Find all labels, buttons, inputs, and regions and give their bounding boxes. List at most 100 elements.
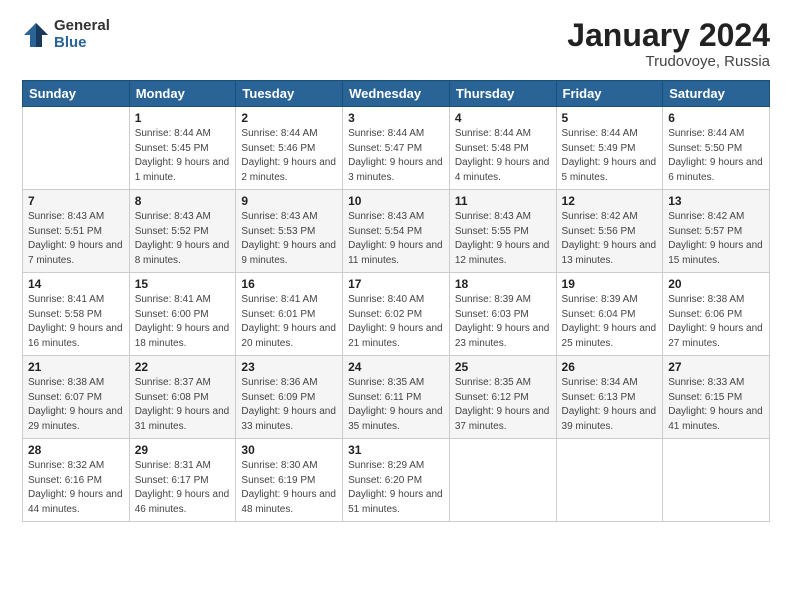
day-info: Sunrise: 8:33 AM Sunset: 6:15 PM Dayligh… [668,376,764,434]
location-title: Trudovoye, Russia [567,53,770,70]
calendar-cell: 15 Sunrise: 8:41 AM Sunset: 6:00 PM Dayli… [129,273,236,356]
calendar-cell: 28Sunrise: 8:32 AM Sunset: 6:16 PM Dayli… [23,439,130,522]
day-info: Sunrise: 8:35 AM Sunset: 6:12 PM Dayligh… [455,376,551,434]
calendar-cell [556,439,663,522]
day-number: 4 [455,111,551,125]
header: General Blue January 2024 Trudovoye, Rus… [22,18,770,70]
calendar-cell: 5Sunrise: 8:44 AM Sunset: 5:49 PM Daylig… [556,107,663,190]
calendar-cell: 18Sunrise: 8:39 AM Sunset: 6:03 PM Dayli… [449,273,556,356]
day-number: 17 [348,277,444,291]
day-number: 7 [28,194,124,208]
calendar-cell: 9 Sunrise: 8:43 AM Sunset: 5:53 PM Daylig… [236,190,343,273]
day-number: 16 [241,277,337,291]
page: General Blue January 2024 Trudovoye, Rus… [0,0,792,612]
calendar-week-1: 1Sunrise: 8:44 AM Sunset: 5:45 PM Daylig… [23,107,770,190]
day-number: 3 [348,111,444,125]
calendar-cell: 11Sunrise: 8:43 AM Sunset: 5:55 PM Dayli… [449,190,556,273]
day-info: Sunrise: 8:38 AM Sunset: 6:07 PM Dayligh… [28,376,124,434]
weekday-header-row: SundayMondayTuesdayWednesdayThursdayFrid… [23,81,770,107]
calendar-cell: 7 Sunrise: 8:43 AM Sunset: 5:51 PM Daylig… [23,190,130,273]
calendar-cell: 14Sunrise: 8:41 AM Sunset: 5:58 PM Dayli… [23,273,130,356]
logo-icon [22,21,50,49]
logo-general-label: General [54,18,110,35]
calendar-cell: 26Sunrise: 8:34 AM Sunset: 6:13 PM Dayli… [556,356,663,439]
day-info: Sunrise: 8:42 AM Sunset: 5:56 PM Dayligh… [562,210,658,268]
day-info: Sunrise: 8:44 AM Sunset: 5:45 PM Dayligh… [135,127,231,185]
day-info: Sunrise: 8:38 AM Sunset: 6:06 PM Dayligh… [668,293,764,351]
calendar-week-3: 14Sunrise: 8:41 AM Sunset: 5:58 PM Dayli… [23,273,770,356]
day-info: Sunrise: 8:37 AM Sunset: 6:08 PM Dayligh… [135,376,231,434]
day-number: 13 [668,194,764,208]
calendar-cell: 12Sunrise: 8:42 AM Sunset: 5:56 PM Dayli… [556,190,663,273]
weekday-header-monday: Monday [129,81,236,107]
day-info: Sunrise: 8:43 AM Sunset: 5:51 PM Dayligh… [28,210,124,268]
calendar-cell: 3 Sunrise: 8:44 AM Sunset: 5:47 PM Daylig… [343,107,450,190]
day-number: 15 [135,277,231,291]
title-block: January 2024 Trudovoye, Russia [567,18,770,70]
day-number: 8 [135,194,231,208]
day-info: Sunrise: 8:42 AM Sunset: 5:57 PM Dayligh… [668,210,764,268]
calendar-cell: 6Sunrise: 8:44 AM Sunset: 5:50 PM Daylig… [663,107,770,190]
weekday-header-tuesday: Tuesday [236,81,343,107]
day-info: Sunrise: 8:41 AM Sunset: 6:01 PM Dayligh… [241,293,337,351]
day-info: Sunrise: 8:39 AM Sunset: 6:04 PM Dayligh… [562,293,658,351]
calendar-table: SundayMondayTuesdayWednesdayThursdayFrid… [22,80,770,522]
day-info: Sunrise: 8:41 AM Sunset: 6:00 PM Dayligh… [135,293,231,351]
day-info: Sunrise: 8:43 AM Sunset: 5:53 PM Dayligh… [241,210,337,268]
calendar-cell: 2Sunrise: 8:44 AM Sunset: 5:46 PM Daylig… [236,107,343,190]
calendar-cell: 21Sunrise: 8:38 AM Sunset: 6:07 PM Dayli… [23,356,130,439]
day-number: 18 [455,277,551,291]
day-number: 25 [455,360,551,374]
calendar-cell: 4 Sunrise: 8:44 AM Sunset: 5:48 PM Daylig… [449,107,556,190]
calendar-cell: 24 Sunrise: 8:35 AM Sunset: 6:11 PM Dayli… [343,356,450,439]
month-title: January 2024 [567,18,770,53]
logo-text: General Blue [54,18,110,51]
calendar-cell: 31 Sunrise: 8:29 AM Sunset: 6:20 PM Dayli… [343,439,450,522]
day-info: Sunrise: 8:31 AM Sunset: 6:17 PM Dayligh… [135,459,231,517]
day-number: 9 [241,194,337,208]
calendar-body: 1Sunrise: 8:44 AM Sunset: 5:45 PM Daylig… [23,107,770,522]
weekday-header-sunday: Sunday [23,81,130,107]
day-info: Sunrise: 8:35 AM Sunset: 6:11 PM Dayligh… [348,376,444,434]
day-number: 5 [562,111,658,125]
calendar-cell: 30Sunrise: 8:30 AM Sunset: 6:19 PM Dayli… [236,439,343,522]
day-info: Sunrise: 8:44 AM Sunset: 5:46 PM Dayligh… [241,127,337,185]
day-info: Sunrise: 8:29 AM Sunset: 6:20 PM Dayligh… [348,459,444,517]
weekday-header-saturday: Saturday [663,81,770,107]
day-info: Sunrise: 8:43 AM Sunset: 5:55 PM Dayligh… [455,210,551,268]
calendar-cell: 19 Sunrise: 8:39 AM Sunset: 6:04 PM Dayli… [556,273,663,356]
day-number: 31 [348,443,444,457]
weekday-header-wednesday: Wednesday [343,81,450,107]
calendar-cell: 13 Sunrise: 8:42 AM Sunset: 5:57 PM Dayli… [663,190,770,273]
calendar-cell [23,107,130,190]
calendar-cell: 20Sunrise: 8:38 AM Sunset: 6:06 PM Dayli… [663,273,770,356]
calendar-cell: 29 Sunrise: 8:31 AM Sunset: 6:17 PM Dayli… [129,439,236,522]
logo-blue-label: Blue [54,35,110,52]
day-info: Sunrise: 8:30 AM Sunset: 6:19 PM Dayligh… [241,459,337,517]
calendar-cell: 8 Sunrise: 8:43 AM Sunset: 5:52 PM Daylig… [129,190,236,273]
calendar-week-4: 21Sunrise: 8:38 AM Sunset: 6:07 PM Dayli… [23,356,770,439]
day-info: Sunrise: 8:43 AM Sunset: 5:54 PM Dayligh… [348,210,444,268]
day-number: 27 [668,360,764,374]
day-number: 23 [241,360,337,374]
calendar-cell: 23Sunrise: 8:36 AM Sunset: 6:09 PM Dayli… [236,356,343,439]
calendar-cell: 1Sunrise: 8:44 AM Sunset: 5:45 PM Daylig… [129,107,236,190]
calendar-cell: 22Sunrise: 8:37 AM Sunset: 6:08 PM Dayli… [129,356,236,439]
day-number: 24 [348,360,444,374]
day-info: Sunrise: 8:43 AM Sunset: 5:52 PM Dayligh… [135,210,231,268]
calendar-cell: 25 Sunrise: 8:35 AM Sunset: 6:12 PM Dayli… [449,356,556,439]
weekday-header-friday: Friday [556,81,663,107]
day-number: 19 [562,277,658,291]
logo: General Blue [22,18,110,51]
calendar-cell: 10Sunrise: 8:43 AM Sunset: 5:54 PM Dayli… [343,190,450,273]
day-info: Sunrise: 8:41 AM Sunset: 5:58 PM Dayligh… [28,293,124,351]
calendar-week-5: 28Sunrise: 8:32 AM Sunset: 6:16 PM Dayli… [23,439,770,522]
calendar-cell: 17Sunrise: 8:40 AM Sunset: 6:02 PM Dayli… [343,273,450,356]
day-info: Sunrise: 8:44 AM Sunset: 5:47 PM Dayligh… [348,127,444,185]
day-number: 28 [28,443,124,457]
day-info: Sunrise: 8:44 AM Sunset: 5:50 PM Dayligh… [668,127,764,185]
day-number: 26 [562,360,658,374]
day-number: 29 [135,443,231,457]
day-info: Sunrise: 8:44 AM Sunset: 5:48 PM Dayligh… [455,127,551,185]
weekday-header-thursday: Thursday [449,81,556,107]
